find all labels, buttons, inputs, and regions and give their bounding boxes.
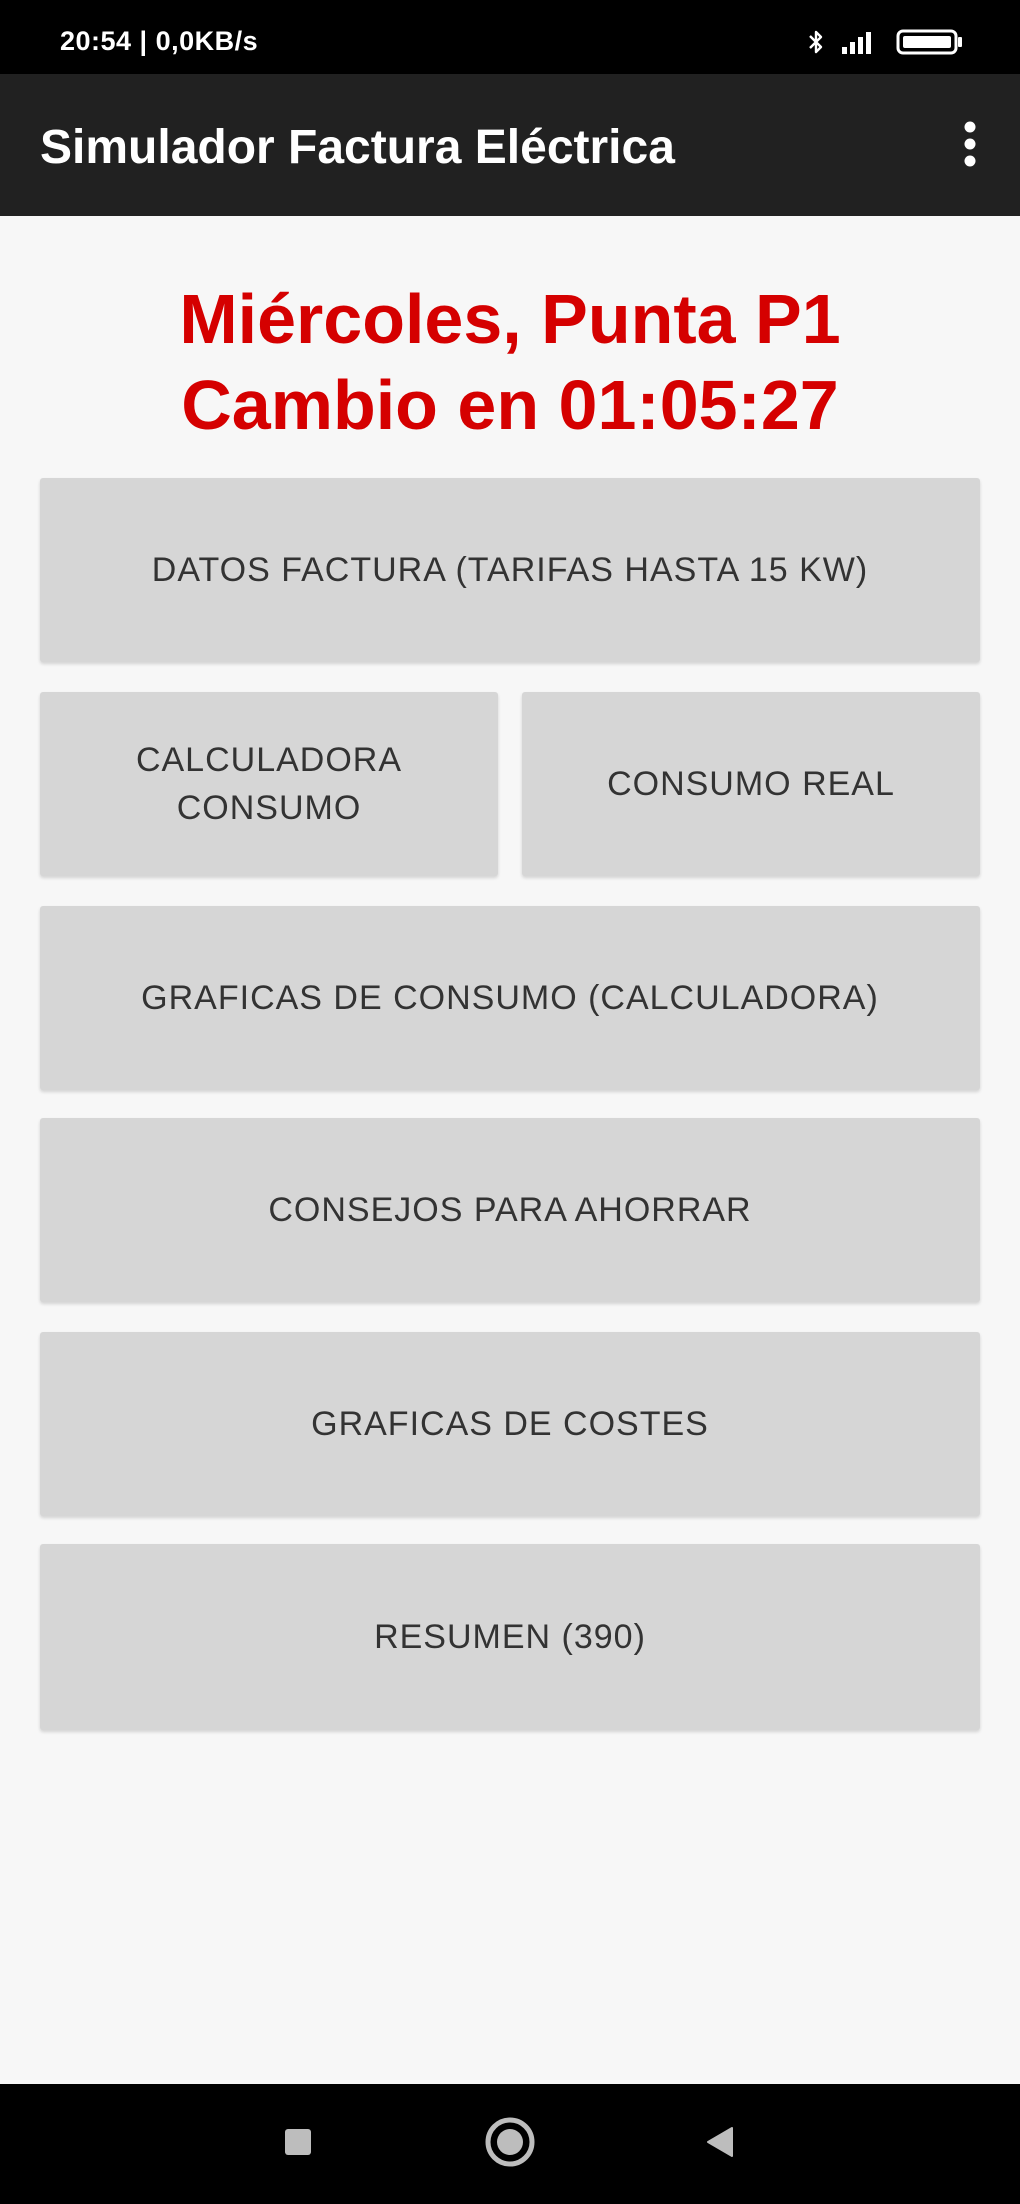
- signal-icon: [840, 29, 880, 55]
- status-bar: 20:54 | 0,0KB/s: [0, 0, 1020, 74]
- resumen-button[interactable]: RESUMEN (390): [40, 1544, 980, 1730]
- resumen-label: RESUMEN (390): [374, 1618, 646, 1656]
- back-button[interactable]: [688, 2112, 752, 2176]
- home-button[interactable]: [478, 2112, 542, 2176]
- back-icon: [702, 2124, 738, 2165]
- datos-factura-button[interactable]: DATOS FACTURA (TARIFAS HASTA 15 KW): [40, 478, 980, 662]
- consumo-real-button[interactable]: CONSUMO REAL: [522, 692, 980, 876]
- navigation-bar: [0, 2084, 1020, 2204]
- overflow-menu-button[interactable]: [944, 118, 996, 174]
- period-change-countdown: Cambio en 01:05:27: [181, 366, 839, 444]
- calculadora-consumo-label: CALCULADORA CONSUMO: [135, 741, 403, 827]
- status-time-speed: 20:54 | 0,0KB/s: [60, 26, 259, 56]
- calculadora-consumo-button[interactable]: CALCULADORA CONSUMO: [40, 692, 498, 876]
- battery-icon: [896, 28, 964, 56]
- app-title: Simulador Factura Eléctrica: [40, 121, 675, 174]
- recents-button[interactable]: [266, 2112, 330, 2176]
- current-period-text: Miércoles, Punta P1: [179, 280, 841, 358]
- status-icons: [808, 28, 964, 56]
- home-icon: [484, 2116, 536, 2173]
- graficas-consumo-label: GRAFICAS DE CONSUMO (CALCULADORA): [141, 979, 879, 1017]
- datos-factura-label: DATOS FACTURA (TARIFAS HASTA 15 KW): [151, 551, 869, 589]
- consejos-ahorrar-label: CONSEJOS PARA AHORRAR: [268, 1191, 752, 1229]
- overflow-menu-icon: [963, 120, 977, 173]
- app-bar: Simulador Factura Eléctrica: [0, 74, 1020, 216]
- tariff-period-status: Miércoles, Punta P1 Cambio en 01:05:27: [0, 276, 1020, 448]
- recents-icon: [282, 2126, 314, 2163]
- graficas-costes-button[interactable]: GRAFICAS DE COSTES: [40, 1332, 980, 1516]
- consumo-real-label: CONSUMO REAL: [607, 765, 895, 803]
- graficas-consumo-button[interactable]: GRAFICAS DE CONSUMO (CALCULADORA): [40, 906, 980, 1090]
- graficas-costes-label: GRAFICAS DE COSTES: [311, 1405, 709, 1443]
- consejos-ahorrar-button[interactable]: CONSEJOS PARA AHORRAR: [40, 1118, 980, 1302]
- bluetooth-icon: [808, 29, 824, 55]
